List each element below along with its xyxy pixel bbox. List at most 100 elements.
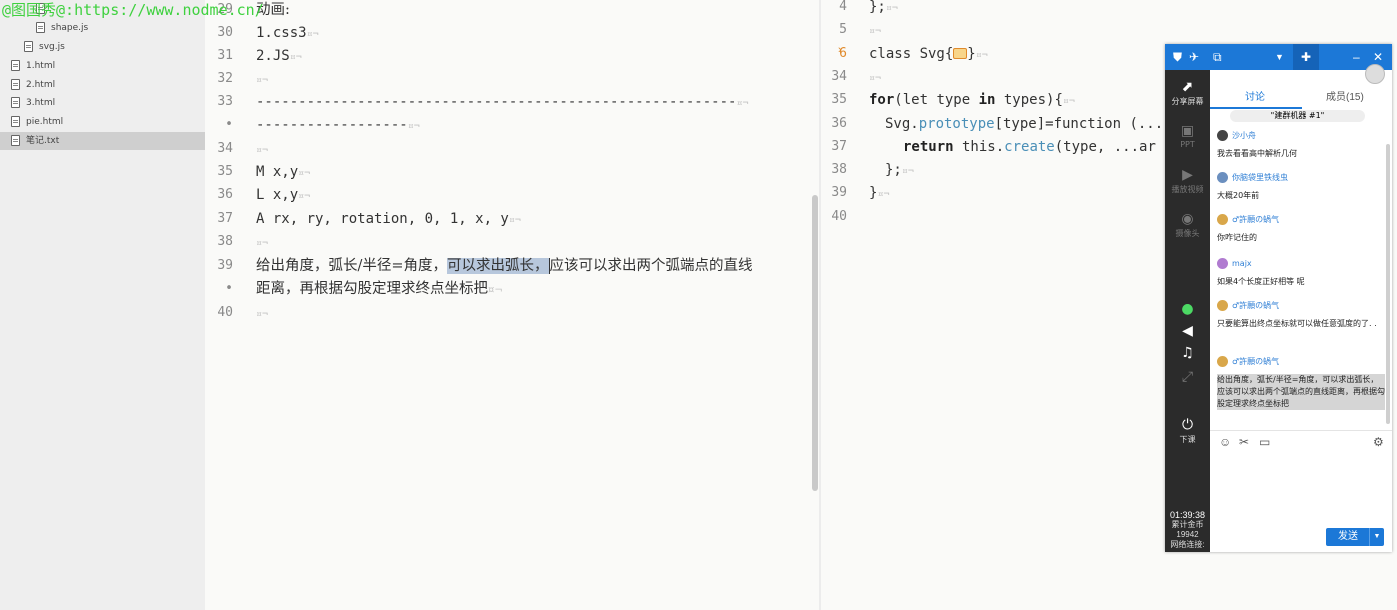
chat-titlebar: ⛊ ✈ ⧉ ▼ ✚ – ✕ [1165, 44, 1392, 70]
message-author[interactable]: 沙小舟 [1217, 130, 1256, 141]
code-line: ¤¬ [256, 232, 268, 252]
dropdown-icon[interactable]: ▼ [1275, 44, 1284, 70]
whitespace-mark: ¤¬ [736, 98, 749, 109]
music-button[interactable]: ♫ [1165, 344, 1210, 362]
line-number: 35 [217, 164, 233, 179]
whitespace-mark: ¤¬ [306, 29, 319, 40]
code-line: 1.css3¤¬ [256, 23, 319, 43]
line-number: 36 [831, 115, 847, 131]
line-number: 30 [217, 25, 233, 40]
tab-discussion[interactable]: 讨论 [1245, 88, 1265, 103]
whitespace-mark: ¤¬ [488, 285, 503, 296]
avatar-icon [1217, 130, 1228, 141]
video-button[interactable]: ▶ 播放视频 [1165, 166, 1210, 195]
message-author[interactable]: ♂許願の蝸气 [1217, 214, 1279, 225]
tree-item-1-html[interactable]: 1.html [11, 57, 55, 75]
settings-icon[interactable]: ⚙ [1373, 435, 1384, 449]
line-text: }; [869, 0, 886, 15]
line-number: 39 [217, 258, 233, 273]
pin-icon[interactable]: ✚ [1293, 44, 1319, 70]
line-text: L x,y [256, 187, 299, 203]
avatar-icon [1217, 356, 1228, 367]
code-line: ------------------¤¬ [256, 115, 420, 135]
whitespace-mark: ¤¬ [869, 26, 882, 38]
tree-item-svg-js[interactable]: svg.js [24, 38, 65, 56]
code-line: };¤¬ [885, 160, 914, 180]
code-line: Svg.prototype[type]=function (... [885, 114, 1163, 134]
code-line: 2.JS¤¬ [256, 46, 302, 66]
left-editor[interactable]: 29 动画: 30 1.css3¤¬ 31 2.JS¤¬ 32 ¤¬ 33 -----------… [205, 0, 819, 610]
message-text: 如果4个长度正好相等 呢 [1217, 277, 1305, 286]
line-text: class Svg{ [869, 45, 954, 62]
whitespace-mark: ¤¬ [407, 121, 420, 132]
file-icon [11, 116, 20, 127]
fullscreen-button[interactable]: ⤢ [1165, 368, 1210, 386]
mic-button[interactable]: ● [1165, 300, 1210, 318]
file-tree: shape.js svg.js 1.html 2.html 3.html pie… [0, 0, 205, 610]
share-screen-button[interactable]: ⬈ 分享屏幕 [1165, 78, 1210, 107]
image-icon[interactable]: ▭ [1259, 435, 1270, 449]
user-avatar[interactable] [1365, 64, 1385, 84]
ppt-button[interactable]: ▣ PPT [1165, 122, 1210, 149]
message-author[interactable]: ♂許願の蝸气 [1217, 356, 1279, 367]
music-icon: ♫ [1181, 345, 1194, 361]
send-button[interactable]: 发送 ▼ [1326, 528, 1384, 546]
line-number: 35 [831, 92, 847, 108]
camera-button[interactable]: ◉ 摄像头 [1165, 210, 1210, 239]
chat-input[interactable] [1210, 456, 1392, 516]
message-author[interactable]: ♂許願の蝸气 [1217, 300, 1279, 311]
tab-members[interactable]: 成员(15) [1326, 88, 1364, 103]
message-author[interactable]: 你脑袋里铁线虫 [1217, 172, 1288, 183]
video-icon: ▶ [1182, 167, 1193, 183]
message-text: 我去看看高中解析几何 [1217, 149, 1297, 158]
tree-item-pie-html[interactable]: pie.html [11, 113, 63, 131]
tree-item-notes-txt[interactable]: 笔记.txt [0, 132, 205, 150]
end-class-icon: ⏻ [1181, 417, 1194, 433]
line-number: • [225, 281, 233, 296]
emoji-icon[interactable]: ☺ [1219, 435, 1231, 449]
tree-item-2-html[interactable]: 2.html [11, 76, 55, 94]
shield-icon[interactable]: ⛊ [1173, 44, 1182, 70]
line-text: 距离，再根据勾股定理求终点坐标把 [256, 281, 488, 297]
keyword: for [869, 92, 895, 109]
code-line: 距离，再根据勾股定理求终点坐标把¤¬ [256, 279, 503, 299]
author-name: ♂許願の蝸气 [1232, 357, 1280, 366]
fold-marker-icon[interactable] [953, 48, 968, 60]
scissors-icon[interactable]: ✂ [1239, 435, 1249, 449]
tree-item-3-html[interactable]: 3.html [11, 94, 55, 112]
avatar-icon [1217, 300, 1228, 311]
chat-tabs: 讨论 成员(15) [1210, 64, 1392, 110]
line-text: ----------------------------------------… [256, 94, 737, 110]
fold-arrow-icon[interactable]: › [838, 44, 842, 56]
popout-icon[interactable]: ⧉ [1213, 44, 1222, 70]
line-text: (type, ...ar [1054, 138, 1156, 155]
code-line: ¤¬ [869, 20, 881, 40]
line-number: 37 [217, 211, 233, 226]
send-options-chevron-icon[interactable]: ▼ [1369, 528, 1384, 546]
line-number: 40 [217, 305, 233, 320]
speaker-button[interactable]: ◀ [1165, 322, 1210, 340]
chat-scrollbar[interactable] [1386, 144, 1390, 424]
message-list[interactable]: "建群机器 #1" 沙小舟 我去看看高中解析几何 你脑袋里铁线虫 大概20年前 ♂許願の… [1210, 110, 1386, 430]
message-text: 大概20年前 [1217, 191, 1260, 200]
whitespace-mark: ¤¬ [289, 52, 302, 63]
plane-icon[interactable]: ✈ [1189, 44, 1199, 70]
line-text: types){ [995, 92, 1063, 109]
selected-text: 可以求出弧长， [447, 258, 549, 274]
file-icon [11, 97, 20, 108]
code-line: ¤¬ [256, 139, 268, 159]
message-author[interactable]: majx [1217, 258, 1252, 269]
file-icon [11, 135, 20, 146]
left-editor-scrollbar[interactable] [812, 195, 818, 491]
tree-item-shape-js[interactable]: shape.js [36, 19, 88, 37]
expand-icon: ⤢ [1181, 369, 1194, 385]
author-name: ♂許願の蝸气 [1232, 215, 1280, 224]
end-class-button[interactable]: ⏻ 下课 [1165, 416, 1210, 445]
camera-icon: ◉ [1181, 211, 1194, 227]
file-icon [36, 22, 45, 33]
whitespace-mark: ¤¬ [508, 215, 521, 226]
minimize-icon[interactable]: – [1353, 44, 1360, 70]
line-number: 31 [217, 48, 233, 63]
file-icon [24, 41, 33, 52]
code-line: ¤¬ [869, 67, 881, 87]
